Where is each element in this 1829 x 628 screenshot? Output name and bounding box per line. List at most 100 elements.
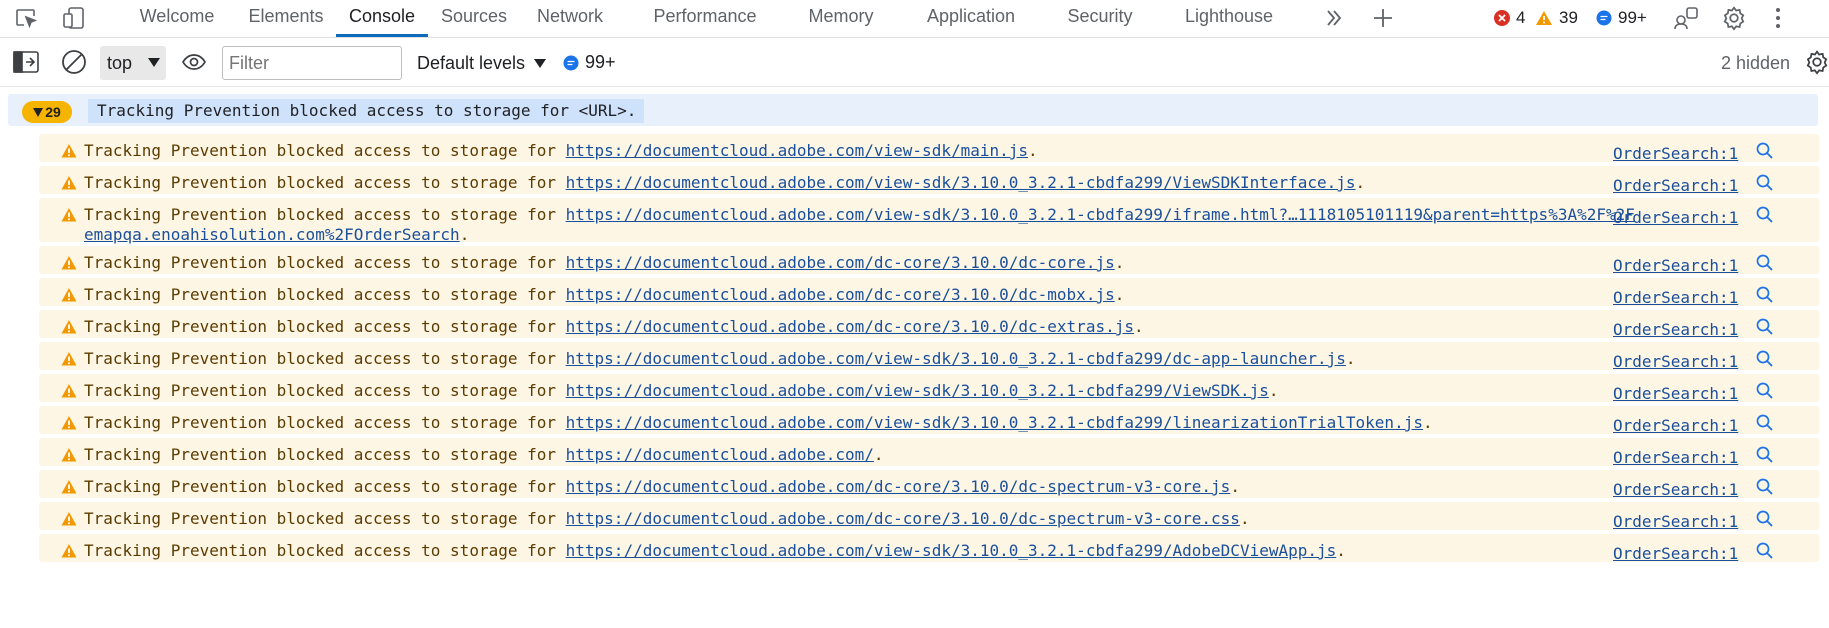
- message-prefix: Tracking Prevention blocked access to st…: [84, 349, 566, 368]
- message-prefix: Tracking Prevention blocked access to st…: [84, 173, 566, 192]
- search-icon[interactable]: [1755, 205, 1775, 225]
- source-link[interactable]: OrderSearch:1: [1613, 416, 1738, 436]
- warning-icon: [61, 176, 77, 190]
- message-count[interactable]: 99+: [1596, 8, 1647, 28]
- log-levels-dropdown[interactable]: Default levels: [417, 53, 547, 74]
- message-prefix: Tracking Prevention blocked access to st…: [84, 541, 566, 560]
- source-link[interactable]: OrderSearch:1: [1613, 288, 1738, 308]
- message-url-link[interactable]: https://documentcloud.adobe.com/view-sdk…: [566, 173, 1356, 192]
- search-icon[interactable]: [1755, 509, 1775, 529]
- message-url-link[interactable]: https://documentcloud.adobe.com/dc-core/…: [566, 477, 1231, 496]
- message-text: Tracking Prevention blocked access to st…: [84, 413, 1644, 433]
- sidebar-toggle-icon[interactable]: [12, 48, 40, 76]
- search-icon[interactable]: [1755, 349, 1775, 369]
- more-options-icon[interactable]: [1764, 4, 1792, 32]
- source-link[interactable]: OrderSearch:1: [1613, 208, 1738, 228]
- warning-count[interactable]: 39: [1535, 8, 1578, 28]
- message-prefix: Tracking Prevention blocked access to st…: [84, 477, 566, 496]
- console-message-row: Tracking Prevention blocked access to st…: [39, 278, 1819, 308]
- message-prefix: Tracking Prevention blocked access to st…: [84, 445, 566, 464]
- search-icon[interactable]: [1755, 285, 1775, 305]
- search-icon[interactable]: [1755, 445, 1775, 465]
- source-link[interactable]: OrderSearch:1: [1613, 352, 1738, 372]
- search-icon[interactable]: [1755, 253, 1775, 273]
- warning-icon: [1536, 11, 1552, 25]
- settings-icon[interactable]: [1720, 4, 1748, 32]
- search-icon[interactable]: [1755, 317, 1775, 337]
- message-suffix: .: [1355, 173, 1366, 192]
- message-suffix: .: [1422, 413, 1433, 432]
- add-tab-icon[interactable]: [1369, 4, 1397, 32]
- search-icon[interactable]: [1755, 381, 1775, 401]
- triangle-down-icon: [33, 108, 44, 117]
- source-link[interactable]: OrderSearch:1: [1613, 256, 1738, 276]
- message-url-link[interactable]: https://documentcloud.adobe.com/dc-core/…: [566, 509, 1240, 528]
- error-count[interactable]: 4: [1494, 8, 1525, 28]
- issues-button[interactable]: 99+: [563, 52, 616, 73]
- message-url-link[interactable]: https://documentcloud.adobe.com/view-sdk…: [566, 541, 1337, 560]
- message-url-link[interactable]: https://documentcloud.adobe.com/view-sdk…: [566, 413, 1423, 432]
- tab-welcome[interactable]: Welcome: [112, 0, 242, 37]
- warning-icon: [61, 512, 77, 526]
- tab-lighthouse[interactable]: Lighthouse: [1168, 0, 1290, 37]
- warning-icon: [61, 144, 77, 158]
- tab-security[interactable]: Security: [1050, 0, 1150, 37]
- source-link[interactable]: OrderSearch:1: [1613, 384, 1738, 404]
- message-prefix: Tracking Prevention blocked access to st…: [84, 285, 566, 304]
- filter-input[interactable]: [222, 46, 402, 80]
- tab-memory[interactable]: Memory: [790, 0, 892, 37]
- warning-icon: [61, 384, 77, 398]
- warning-icon: [61, 416, 77, 430]
- clear-console-icon[interactable]: [60, 48, 88, 76]
- console-toolbar: top Default levels 99+ 2 hidden: [0, 38, 1829, 87]
- tab-console[interactable]: Console: [336, 0, 428, 37]
- source-link[interactable]: OrderSearch:1: [1613, 512, 1738, 532]
- context-label: top: [107, 53, 133, 73]
- more-tabs-icon[interactable]: [1320, 4, 1348, 32]
- device-toolbar-icon[interactable]: [60, 4, 88, 32]
- message-text: Tracking Prevention blocked access to st…: [84, 509, 1644, 529]
- message-url-link[interactable]: https://documentcloud.adobe.com/: [566, 445, 874, 464]
- message-url-link[interactable]: https://documentcloud.adobe.com/view-sdk…: [566, 141, 1028, 160]
- live-expression-icon[interactable]: [180, 48, 208, 76]
- message-suffix: .: [873, 445, 884, 464]
- source-link[interactable]: OrderSearch:1: [1613, 544, 1738, 564]
- tab-sources[interactable]: Sources: [428, 0, 520, 37]
- source-link[interactable]: OrderSearch:1: [1613, 480, 1738, 500]
- console-message-row: Tracking Prevention blocked access to st…: [39, 166, 1819, 196]
- log-levels-label: Default levels: [417, 53, 526, 73]
- message-text: Tracking Prevention blocked access to st…: [84, 285, 1644, 305]
- console-settings-icon[interactable]: [1803, 48, 1829, 76]
- source-link[interactable]: OrderSearch:1: [1613, 144, 1738, 164]
- tab-application[interactable]: Application: [912, 0, 1030, 37]
- source-link[interactable]: OrderSearch:1: [1613, 320, 1738, 340]
- info-icon: [1596, 10, 1612, 26]
- message-suffix: .: [1133, 317, 1144, 336]
- message-group[interactable]: 29 Tracking Prevention blocked access to…: [8, 94, 1818, 126]
- message-url-link[interactable]: https://documentcloud.adobe.com/view-sdk…: [566, 381, 1269, 400]
- customize-icon[interactable]: [1672, 4, 1700, 32]
- inspect-icon[interactable]: [12, 4, 40, 32]
- message-url-link[interactable]: https://documentcloud.adobe.com/view-sdk…: [566, 349, 1346, 368]
- message-text: Tracking Prevention blocked access to st…: [84, 205, 1644, 245]
- message-suffix: .: [1239, 509, 1250, 528]
- warning-icon: [61, 288, 77, 302]
- message-url-link[interactable]: https://documentcloud.adobe.com/dc-core/…: [566, 253, 1115, 272]
- message-suffix: .: [459, 225, 470, 244]
- search-icon[interactable]: [1755, 141, 1775, 161]
- group-count-badge[interactable]: 29: [22, 101, 72, 123]
- search-icon[interactable]: [1755, 173, 1775, 193]
- tab-performance[interactable]: Performance: [640, 0, 770, 37]
- message-url-link[interactable]: https://documentcloud.adobe.com/dc-core/…: [566, 285, 1115, 304]
- search-icon[interactable]: [1755, 413, 1775, 433]
- search-icon[interactable]: [1755, 477, 1775, 497]
- message-suffix: .: [1230, 477, 1240, 496]
- message-text: Tracking Prevention blocked access to st…: [84, 349, 1644, 369]
- context-selector[interactable]: top: [100, 46, 166, 80]
- message-url-link[interactable]: https://documentcloud.adobe.com/dc-core/…: [566, 317, 1134, 336]
- tab-elements[interactable]: Elements: [236, 0, 336, 37]
- tab-network[interactable]: Network: [520, 0, 620, 37]
- source-link[interactable]: OrderSearch:1: [1613, 176, 1738, 196]
- search-icon[interactable]: [1755, 541, 1775, 561]
- source-link[interactable]: OrderSearch:1: [1613, 448, 1738, 468]
